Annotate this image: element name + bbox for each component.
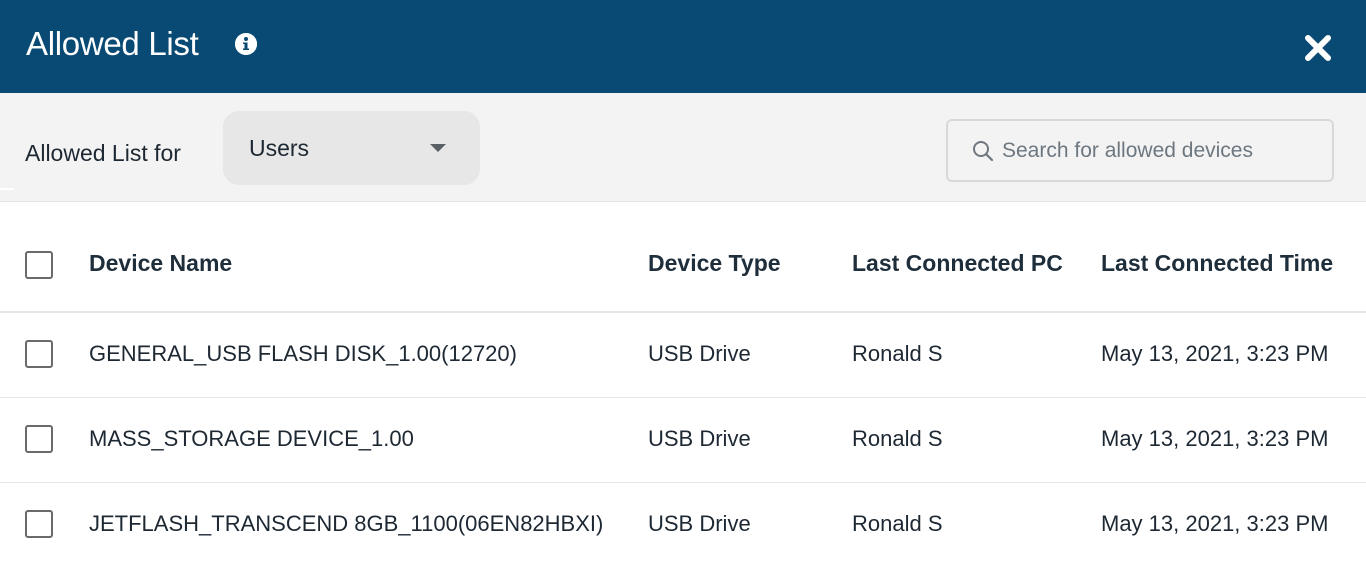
column-header-device-type[interactable]: Device Type <box>648 248 781 278</box>
select-all-checkbox[interactable] <box>25 251 53 279</box>
dialog-title: Allowed List <box>26 25 199 62</box>
close-icon <box>1305 35 1331 61</box>
device-type: USB Drive <box>648 511 751 536</box>
search-icon <box>973 141 994 162</box>
search-box[interactable] <box>946 119 1334 182</box>
allowed-devices-table: Device Name Device Type Last Connected P… <box>0 203 1366 568</box>
column-header-device-name[interactable]: Device Name <box>89 248 232 278</box>
table-row[interactable]: GENERAL_USB FLASH DISK_1.00(12720) USB D… <box>0 313 1366 398</box>
last-connected-time: May 13, 2021, 3:23 PM <box>1101 511 1329 536</box>
dialog-header: Allowed List <box>0 0 1366 93</box>
table-row[interactable]: JETFLASH_TRANSCEND 8GB_1100(06EN82HBXI) … <box>0 483 1366 568</box>
row-checkbox[interactable] <box>25 425 53 453</box>
caret-down-icon <box>430 144 446 152</box>
last-connected-pc: Ronald S <box>852 341 943 366</box>
device-type: USB Drive <box>648 341 751 366</box>
close-button[interactable] <box>1300 28 1336 68</box>
divider-tick <box>0 188 14 190</box>
row-checkbox[interactable] <box>25 510 53 538</box>
device-name: JETFLASH_TRANSCEND 8GB_1100(06EN82HBXI) <box>89 511 604 536</box>
device-name: GENERAL_USB FLASH DISK_1.00(12720) <box>89 341 517 366</box>
allowed-list-for-label: Allowed List for <box>25 140 181 166</box>
last-connected-pc: Ronald S <box>852 426 943 451</box>
select-value: Users <box>249 135 310 161</box>
allowed-list-for-select[interactable]: Users <box>223 111 480 185</box>
table-header-row: Device Name Device Type Last Connected P… <box>0 203 1366 313</box>
column-header-last-connected-pc[interactable]: Last Connected PC <box>852 248 1063 278</box>
column-header-last-connected-time[interactable]: Last Connected Time <box>1101 248 1333 278</box>
info-icon[interactable] <box>235 33 257 55</box>
last-connected-pc: Ronald S <box>852 511 943 536</box>
toolbar: Allowed List for Users <box>0 93 1366 202</box>
last-connected-time: May 13, 2021, 3:23 PM <box>1101 341 1329 366</box>
device-name: MASS_STORAGE DEVICE_1.00 <box>89 426 414 451</box>
search-input[interactable] <box>1002 135 1322 167</box>
last-connected-time: May 13, 2021, 3:23 PM <box>1101 426 1329 451</box>
row-checkbox[interactable] <box>25 340 53 368</box>
table-row[interactable]: MASS_STORAGE DEVICE_1.00 USB Drive Ronal… <box>0 398 1366 483</box>
device-type: USB Drive <box>648 426 751 451</box>
